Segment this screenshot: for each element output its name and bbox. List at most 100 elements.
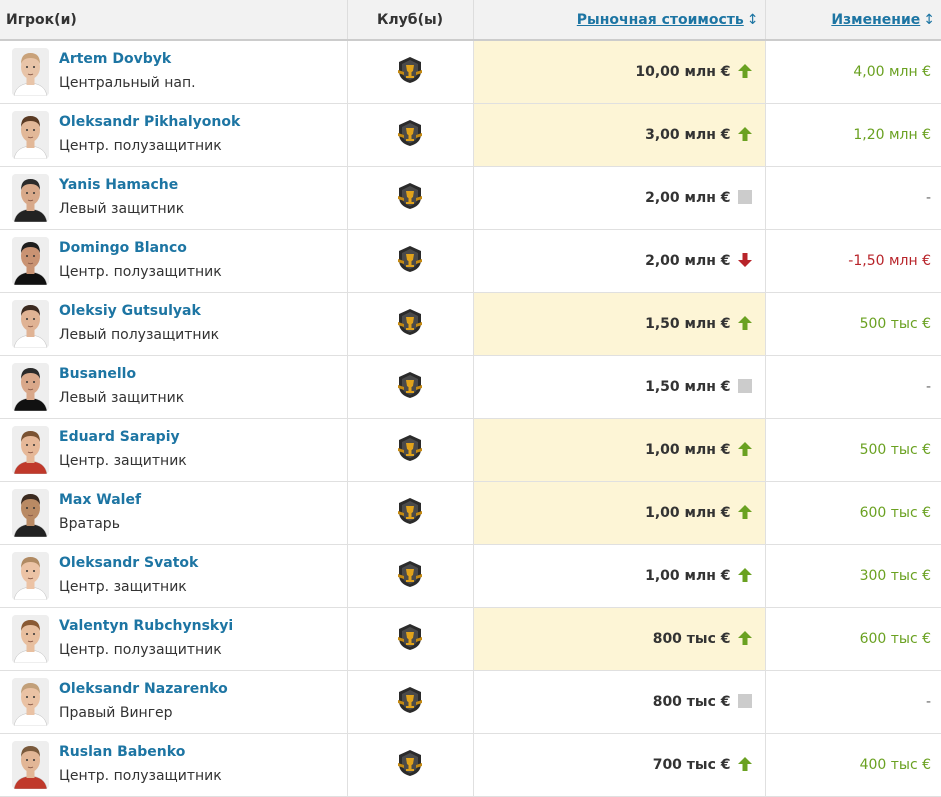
player-cell: Domingo Blanco Центр. полузащитник [0, 229, 348, 293]
player-cell: Oleksandr Svatok Центр. защитник [0, 544, 348, 608]
player-name-link[interactable]: Valentyn Rubchynskyi [59, 617, 233, 635]
table-row: Busanello Левый защитник 1,50 млн € - [0, 355, 941, 419]
market-value-table: Игрок(и) Клуб(ы) Рыночная стоимость ↕ Изм… [0, 0, 941, 797]
market-value: 1,50 млн € [645, 315, 731, 332]
sort-arrows-icon[interactable]: ↕ [747, 12, 759, 28]
club-crest-icon[interactable] [395, 244, 425, 274]
market-value: 1,00 млн € [645, 441, 731, 458]
club-cell [347, 481, 474, 545]
club-cell [347, 166, 474, 230]
player-photo[interactable] [12, 236, 49, 285]
change-cell: - [765, 166, 941, 230]
player-photo[interactable] [12, 551, 49, 600]
club-cell [347, 103, 474, 167]
player-name-link[interactable]: Domingo Blanco [59, 239, 222, 257]
club-crest-icon[interactable] [395, 307, 425, 337]
no-change-icon [737, 189, 753, 204]
player-photo[interactable] [12, 110, 49, 159]
no-change-icon [737, 378, 753, 393]
club-crest-icon[interactable] [395, 433, 425, 463]
player-photo[interactable] [12, 299, 49, 348]
player-photo[interactable] [12, 173, 49, 222]
player-position: Левый защитник [59, 390, 185, 406]
player-photo[interactable] [12, 425, 49, 474]
change-cell: 400 тыс € [765, 733, 941, 797]
change-cell: 600 тыс € [765, 607, 941, 671]
player-name-link[interactable]: Busanello [59, 365, 184, 383]
club-crest-icon[interactable] [395, 748, 425, 778]
player-name-link[interactable]: Artem Dovbyk [59, 50, 196, 68]
value-change: 600 тыс € [859, 630, 931, 647]
player-photo[interactable] [12, 47, 49, 96]
club-crest-icon[interactable] [395, 559, 425, 589]
table-row: Oleksiy Gutsulyak Левый полузащитник 1,5… [0, 292, 941, 356]
club-cell [347, 229, 474, 293]
club-cell [347, 670, 474, 734]
player-cell: Oleksandr Nazarenko Правый Вингер [0, 670, 348, 734]
column-header-change[interactable]: Изменение ↕ [765, 0, 941, 41]
club-crest-icon[interactable] [395, 370, 425, 400]
arrow-up-icon [737, 63, 753, 78]
market-value-cell: 10,00 млн € [473, 40, 766, 104]
market-value-cell: 1,50 млн € [473, 355, 766, 419]
change-cell: 600 тыс € [765, 481, 941, 545]
player-cell: Valentyn Rubchynskyi Центр. полузащитник [0, 607, 348, 671]
sort-change-link[interactable]: Изменение [831, 12, 920, 28]
change-cell: 500 тыс € [765, 418, 941, 482]
value-change: 500 тыс € [859, 315, 931, 332]
club-crest-icon[interactable] [395, 55, 425, 85]
player-photo[interactable] [12, 740, 49, 789]
club-crest-icon[interactable] [395, 685, 425, 715]
market-value: 3,00 млн € [645, 126, 731, 143]
table-row: Oleksandr Nazarenko Правый Вингер 800 ты… [0, 670, 941, 734]
sort-arrows-icon[interactable]: ↕ [923, 12, 935, 28]
club-crest-icon[interactable] [395, 181, 425, 211]
player-name-link[interactable]: Ruslan Babenko [59, 743, 222, 761]
player-photo[interactable] [12, 614, 49, 663]
club-cell [347, 40, 474, 104]
club-crest-icon[interactable] [395, 496, 425, 526]
value-change: 1,20 млн € [853, 126, 931, 143]
club-crest-icon[interactable] [395, 118, 425, 148]
change-cell: - [765, 670, 941, 734]
table-row: Ruslan Babenko Центр. полузащитник 700 т… [0, 733, 941, 797]
market-value-cell: 800 тыс € [473, 607, 766, 671]
club-cell [347, 544, 474, 608]
player-cell: Busanello Левый защитник [0, 355, 348, 419]
change-cell: 4,00 млн € [765, 40, 941, 104]
player-position: Центр. полузащитник [59, 642, 222, 658]
player-name-link[interactable]: Oleksandr Nazarenko [59, 680, 228, 698]
player-cell: Ruslan Babenko Центр. полузащитник [0, 733, 348, 797]
market-value: 1,00 млн € [645, 567, 731, 584]
player-position: Правый Вингер [59, 705, 173, 721]
table-row: Domingo Blanco Центр. полузащитник 2,00 … [0, 229, 941, 293]
sort-market-value-link[interactable]: Рыночная стоимость [577, 12, 744, 28]
player-photo[interactable] [12, 362, 49, 411]
player-name-link[interactable]: Oleksiy Gutsulyak [59, 302, 219, 320]
market-value-cell: 800 тыс € [473, 670, 766, 734]
arrow-up-icon [737, 567, 753, 582]
player-position: Левый защитник [59, 201, 185, 217]
player-photo[interactable] [12, 677, 49, 726]
player-name-link[interactable]: Oleksandr Svatok [59, 554, 198, 572]
player-name-link[interactable]: Eduard Sarapiy [59, 428, 187, 446]
column-header-market-value[interactable]: Рыночная стоимость ↕ [473, 0, 766, 41]
club-cell [347, 607, 474, 671]
market-value-cell: 2,00 млн € [473, 166, 766, 230]
club-cell [347, 733, 474, 797]
player-cell: Oleksiy Gutsulyak Левый полузащитник [0, 292, 348, 356]
player-name-link[interactable]: Max Walef [59, 491, 141, 509]
change-cell: - [765, 355, 941, 419]
value-change: 400 тыс € [859, 756, 931, 773]
player-position: Центр. защитник [59, 579, 187, 595]
player-cell: Max Walef Вратарь [0, 481, 348, 545]
player-photo[interactable] [12, 488, 49, 537]
player-name-link[interactable]: Yanis Hamache [59, 176, 184, 194]
club-crest-icon[interactable] [395, 622, 425, 652]
player-position: Левый полузащитник [59, 327, 220, 343]
market-value: 2,00 млн € [645, 252, 731, 269]
player-name-link[interactable]: Oleksandr Pikhalyonok [59, 113, 240, 131]
table-row: Valentyn Rubchynskyi Центр. полузащитник… [0, 607, 941, 671]
arrow-up-icon [737, 504, 753, 519]
market-value: 10,00 млн € [635, 63, 731, 80]
